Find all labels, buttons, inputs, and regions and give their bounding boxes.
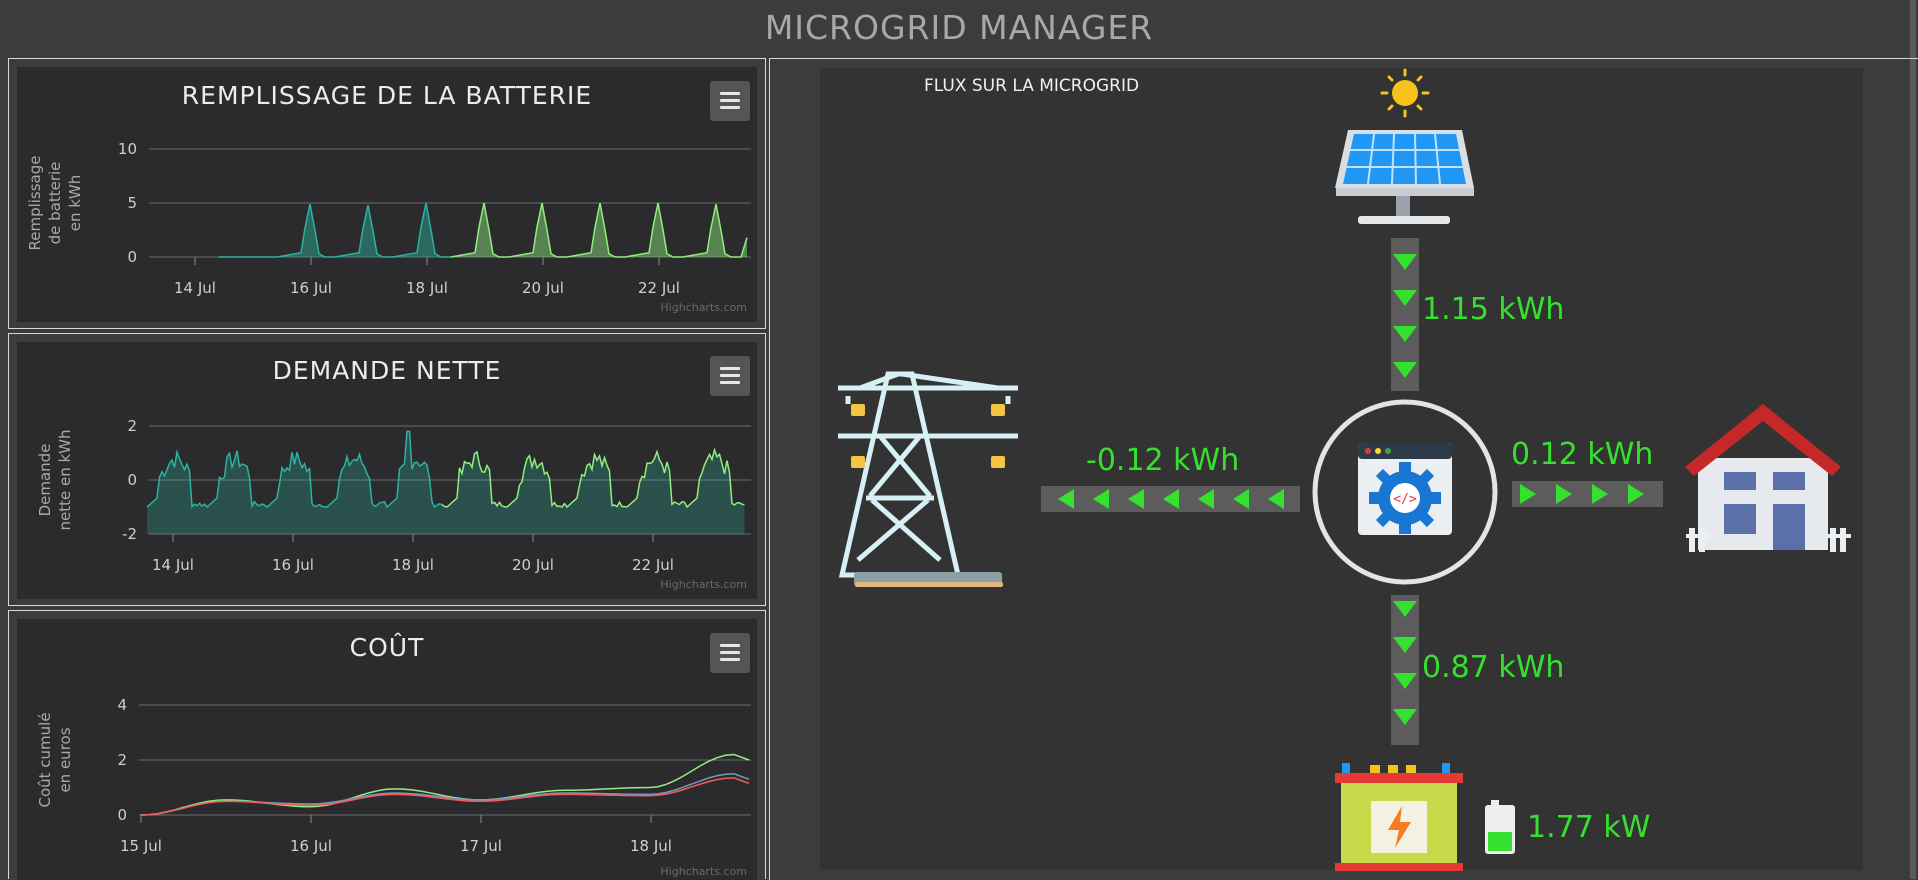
- house-icon: [1685, 404, 1851, 552]
- solar-flow-value: 1.15 kWh: [1422, 292, 1565, 327]
- battery-icon: [1335, 763, 1463, 871]
- pylon-icon: [838, 371, 1018, 578]
- solar-flow-track: [1391, 238, 1419, 391]
- grid-flow-track: [1041, 486, 1300, 512]
- svg-text:</>: </>: [1393, 492, 1417, 507]
- battery-level-icon: [1485, 800, 1515, 854]
- battery-flow-track: [1391, 595, 1419, 745]
- house-flow-track: [1512, 481, 1663, 507]
- battery-flow-value: 0.87 kWh: [1422, 650, 1565, 685]
- controller-gear-icon: </>: [1312, 399, 1498, 585]
- solar-panel-icon: [1335, 130, 1474, 224]
- sun-icon: [1380, 68, 1430, 118]
- grid-flow-value: -0.12 kWh: [1086, 443, 1240, 478]
- battery-level-value: 1.77 kW: [1527, 810, 1651, 845]
- house-flow-value: 0.12 kWh: [1511, 437, 1654, 472]
